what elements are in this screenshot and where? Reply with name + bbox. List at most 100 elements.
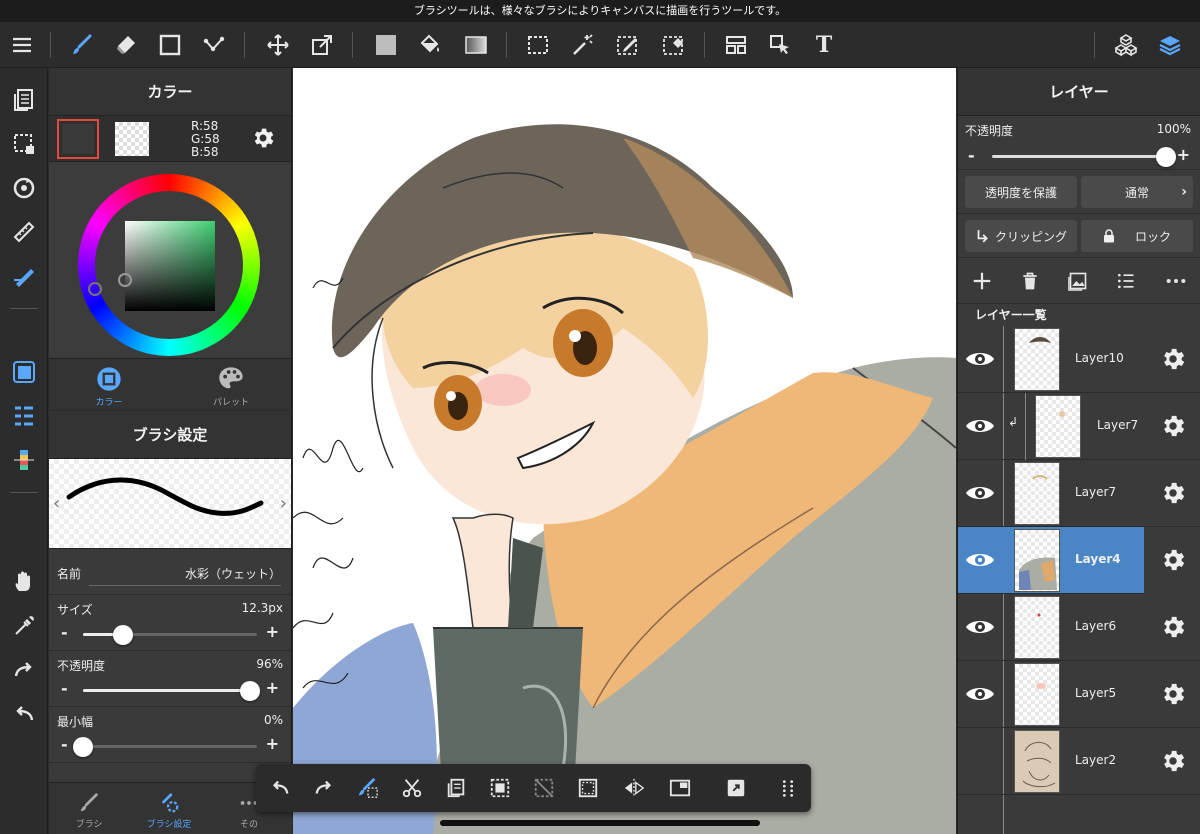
protect-alpha-button[interactable]: 透明度を保護 (965, 176, 1077, 208)
deselect-icon[interactable] (528, 772, 560, 804)
gradient-icon[interactable] (460, 29, 492, 61)
pages-icon[interactable] (8, 84, 40, 116)
visibility-eye-icon[interactable] (963, 612, 997, 642)
layer-opacity-slider[interactable] (992, 147, 1176, 167)
layer-item[interactable]: Layer7 (958, 460, 1200, 527)
eraser-icon[interactable] (110, 29, 142, 61)
palette-strip-icon[interactable] (8, 444, 40, 476)
drawing-canvas[interactable] (293, 68, 956, 834)
blend-mode-button[interactable]: 通常 › (1081, 176, 1193, 208)
layer-settings-gear-icon[interactable] (1159, 613, 1187, 645)
visibility-eye-icon[interactable] (963, 478, 997, 508)
menu-icon[interactable] (6, 29, 38, 61)
size-slider[interactable] (83, 625, 257, 645)
select-eraser-icon[interactable] (658, 29, 690, 61)
redo-button-icon[interactable] (308, 772, 340, 804)
add-layer-icon[interactable] (966, 265, 998, 297)
clipping-button[interactable]: クリッピング (965, 220, 1077, 252)
visibility-eye-icon[interactable] (963, 344, 997, 374)
selection-toggle-icon[interactable] (8, 128, 40, 160)
layers-icon[interactable] (1154, 29, 1186, 61)
minwidth-increase-button[interactable]: + (266, 734, 279, 753)
undo-button-icon[interactable] (264, 772, 296, 804)
delete-layer-icon[interactable] (1014, 265, 1046, 297)
canvas-fit-icon[interactable] (664, 772, 696, 804)
transform-icon[interactable] (306, 29, 338, 61)
magic-wand-icon[interactable] (566, 29, 598, 61)
hue-knob[interactable] (88, 282, 102, 296)
export-icon[interactable] (720, 772, 752, 804)
preview-next-icon[interactable]: › (280, 493, 287, 514)
rectangle-icon[interactable] (154, 29, 186, 61)
layer-list-icon[interactable] (8, 400, 40, 432)
select-all-icon[interactable] (484, 772, 516, 804)
opacity-decrease-button[interactable]: - (61, 679, 68, 698)
layer-item-selected[interactable]: Layer4 (958, 527, 1144, 594)
size-increase-button[interactable]: + (266, 622, 279, 641)
tab-brush-settings[interactable]: ブラシ設定 (129, 789, 209, 830)
minwidth-decrease-button[interactable]: - (61, 735, 68, 754)
layer-settings-gear-icon[interactable] (1159, 747, 1187, 779)
minwidth-slider-thumb[interactable] (73, 737, 93, 757)
layer-settings-gear-icon[interactable] (1159, 345, 1187, 377)
layer-item[interactable]: Layer5 (958, 661, 1200, 728)
layer-item[interactable]: Layer6 (958, 594, 1200, 661)
invert-selection-icon[interactable] (572, 772, 604, 804)
visibility-eye-icon[interactable] (963, 679, 997, 709)
tab-color[interactable]: カラー (74, 363, 144, 408)
layer-item[interactable]: ↲ Layer7 (958, 393, 1200, 460)
select-rect-icon[interactable] (522, 29, 554, 61)
undo-icon[interactable] (8, 698, 40, 730)
copy-icon[interactable] (440, 772, 472, 804)
bucket-icon[interactable] (414, 29, 446, 61)
minwidth-slider[interactable] (73, 737, 257, 757)
sub-color-swatch[interactable] (115, 122, 149, 156)
hand-icon[interactable] (8, 566, 40, 598)
visibility-eye-icon[interactable] (963, 411, 997, 441)
more-grid-icon[interactable] (772, 772, 804, 804)
saturation-value-square[interactable] (125, 221, 215, 311)
brush-icon[interactable] (66, 29, 98, 61)
frame-icon[interactable] (720, 29, 752, 61)
cut-scissors-icon[interactable] (396, 772, 428, 804)
sv-knob[interactable] (118, 273, 132, 287)
select-pen-icon[interactable] (612, 29, 644, 61)
layer-item-hidden[interactable]: Layer2 (958, 728, 1200, 795)
pointer-icon[interactable] (764, 29, 796, 61)
visibility-eye-icon[interactable] (963, 545, 997, 575)
home-indicator[interactable] (440, 820, 760, 826)
redo-icon[interactable] (8, 654, 40, 686)
layer-settings-gear-icon[interactable] (1159, 412, 1187, 444)
tab-brush[interactable]: ブラシ (49, 789, 129, 830)
layer-opacity-increase-button[interactable]: + (1177, 145, 1190, 164)
text-icon[interactable]: T (808, 29, 840, 61)
rotate-icon[interactable] (8, 172, 40, 204)
lock-button[interactable]: ロック (1081, 220, 1193, 252)
flip-horizontal-icon[interactable] (618, 772, 650, 804)
opacity-slider-thumb[interactable] (240, 681, 261, 701)
layer-settings-gear-icon[interactable] (1159, 479, 1187, 511)
dot-line-icon[interactable] (198, 29, 230, 61)
3d-material-icon[interactable] (1110, 29, 1142, 61)
layer-opacity-thumb[interactable] (1156, 147, 1176, 167)
size-decrease-button[interactable]: - (61, 623, 68, 642)
fill-color-icon[interactable] (370, 29, 402, 61)
move-icon[interactable] (262, 29, 294, 61)
layer-opacity-decrease-button[interactable]: - (968, 146, 975, 165)
layer-item[interactable]: Layer10 (958, 326, 1200, 393)
selection-brush-icon[interactable] (352, 772, 384, 804)
layer-settings-gear-icon[interactable] (1159, 680, 1187, 712)
image-layer-icon[interactable] (1062, 265, 1094, 297)
pen-snap-icon[interactable] (8, 260, 40, 292)
layer-settings-gear-icon[interactable] (1159, 546, 1187, 578)
ruler-icon[interactable] (8, 216, 40, 248)
brush-name-row[interactable]: 名前 水彩（ウェット） (49, 549, 291, 595)
eyedropper-icon[interactable] (8, 610, 40, 642)
opacity-slider[interactable] (83, 681, 261, 701)
opacity-increase-button[interactable]: + (266, 678, 279, 697)
layer-list-menu-icon[interactable] (1110, 265, 1142, 297)
tab-palette[interactable]: パレット (196, 363, 266, 408)
main-color-swatch[interactable] (57, 119, 99, 159)
size-slider-thumb[interactable] (113, 625, 134, 645)
color-panel-icon[interactable] (8, 356, 40, 388)
